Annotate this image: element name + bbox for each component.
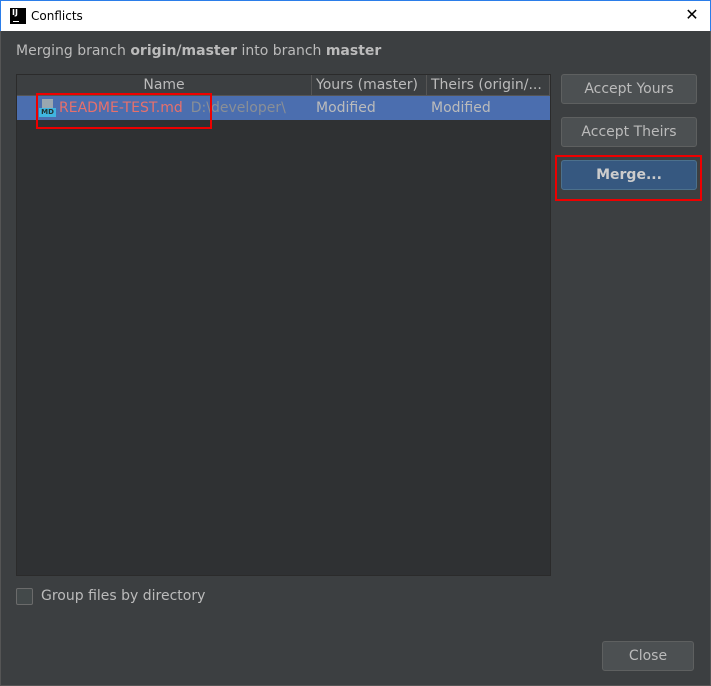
merge-button[interactable]: Merge...	[561, 160, 697, 190]
heading-prefix: Merging branch	[16, 43, 131, 59]
close-button[interactable]: Close	[602, 641, 694, 671]
dialog-body: Merging branch origin/master into branch…	[0, 31, 711, 686]
title-bar: IJ Conflicts ✕	[0, 0, 711, 31]
merge-description: Merging branch origin/master into branch…	[16, 43, 381, 59]
yours-status: Modified	[316, 100, 376, 116]
theirs-status: Modified	[431, 100, 491, 116]
heading-middle: into branch	[237, 43, 326, 59]
table-header: Name Yours (master) Theirs (origin/...	[17, 75, 550, 96]
file-cell: MD README-TEST.md D:\developer\	[17, 96, 312, 120]
conflicts-table[interactable]: Name Yours (master) Theirs (origin/... M…	[16, 74, 551, 576]
column-header-name[interactable]: Name	[17, 75, 312, 95]
close-window-button[interactable]: ✕	[682, 5, 702, 24]
accept-yours-button[interactable]: Accept Yours	[561, 74, 697, 104]
group-by-directory-label[interactable]: Group files by directory	[41, 588, 205, 604]
file-name: README-TEST.md	[59, 100, 183, 116]
window-title: Conflicts	[31, 9, 83, 23]
file-path: D:\developer\	[190, 100, 286, 116]
column-header-yours[interactable]: Yours (master)	[312, 75, 427, 95]
group-by-directory-checkbox[interactable]	[16, 588, 33, 605]
source-branch: origin/master	[130, 43, 237, 59]
markdown-file-icon: MD	[39, 99, 56, 117]
table-row[interactable]: MD README-TEST.md D:\developer\ Modified M…	[17, 96, 550, 120]
md-icon-label: MD	[39, 108, 56, 117]
target-branch: master	[325, 43, 382, 59]
accept-theirs-button[interactable]: Accept Theirs	[561, 117, 697, 147]
column-header-theirs[interactable]: Theirs (origin/...	[427, 75, 550, 95]
intellij-app-icon: IJ	[10, 8, 26, 24]
